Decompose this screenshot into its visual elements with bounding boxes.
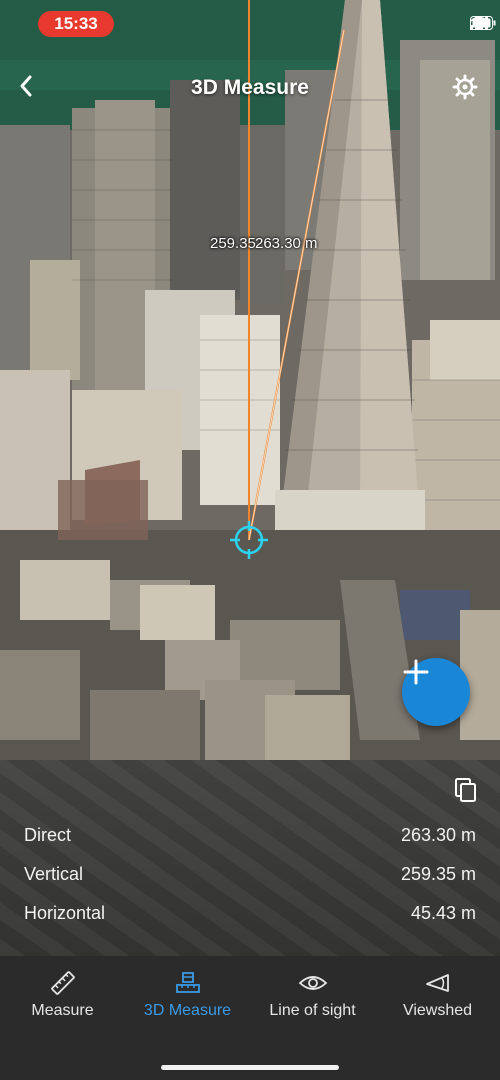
eye-icon — [298, 976, 327, 990]
result-value: 45.43 m — [410, 903, 476, 923]
copy-button[interactable] — [452, 776, 480, 804]
result-value: 263.30 m — [400, 825, 476, 845]
home-indicator[interactable] — [161, 1065, 339, 1070]
ruler-icon — [50, 971, 75, 995]
tab-line-of-sight[interactable]: Line of sight — [250, 970, 375, 1020]
back-button[interactable] — [18, 74, 48, 104]
settings-button[interactable] — [452, 74, 484, 106]
result-value: 259.35 m — [400, 864, 476, 884]
add-measurement-button[interactable] — [402, 658, 470, 726]
tab-measure[interactable]: Measure — [0, 970, 125, 1020]
chevron-left-icon — [20, 75, 32, 97]
plus-icon — [403, 659, 429, 685]
city-3d-render — [0, 0, 500, 760]
viewshed-icon — [425, 974, 449, 992]
result-row-horizontal: Horizontal 45.43 m — [24, 903, 476, 924]
result-row-vertical: Vertical 259.35 m — [24, 864, 476, 885]
measurement-results-panel: Direct 263.30 m Vertical 259.35 m Horizo… — [0, 760, 500, 956]
result-row-direct: Direct 263.30 m — [24, 825, 476, 846]
tab-label: Measure — [31, 1002, 94, 1019]
3d-measure-icon — [175, 972, 200, 993]
battery-icon — [470, 16, 496, 30]
result-label: Direct — [24, 825, 72, 845]
map-scene-view[interactable]: 15:33 3D Measure 259.35 263.30 m — [0, 0, 500, 760]
direct-distance-label: 263.30 m — [255, 235, 318, 252]
tab-3d-measure[interactable]: 3D Measure — [125, 970, 250, 1020]
gear-icon — [452, 74, 478, 100]
tab-viewshed[interactable]: Viewshed — [375, 970, 500, 1020]
copy-icon — [455, 778, 476, 802]
tab-label: 3D Measure — [143, 1002, 232, 1019]
status-bar-time: 15:33 — [38, 11, 114, 37]
vertical-distance-label: 259.35 — [210, 235, 256, 252]
bottom-tab-bar: Measure 3D Measure Line of sight Viewshe… — [0, 956, 500, 1080]
result-label: Vertical — [24, 864, 84, 884]
result-label: Horizontal — [24, 903, 106, 923]
tab-label: Viewshed — [402, 1002, 473, 1019]
tab-label: Line of sight — [269, 1002, 356, 1019]
